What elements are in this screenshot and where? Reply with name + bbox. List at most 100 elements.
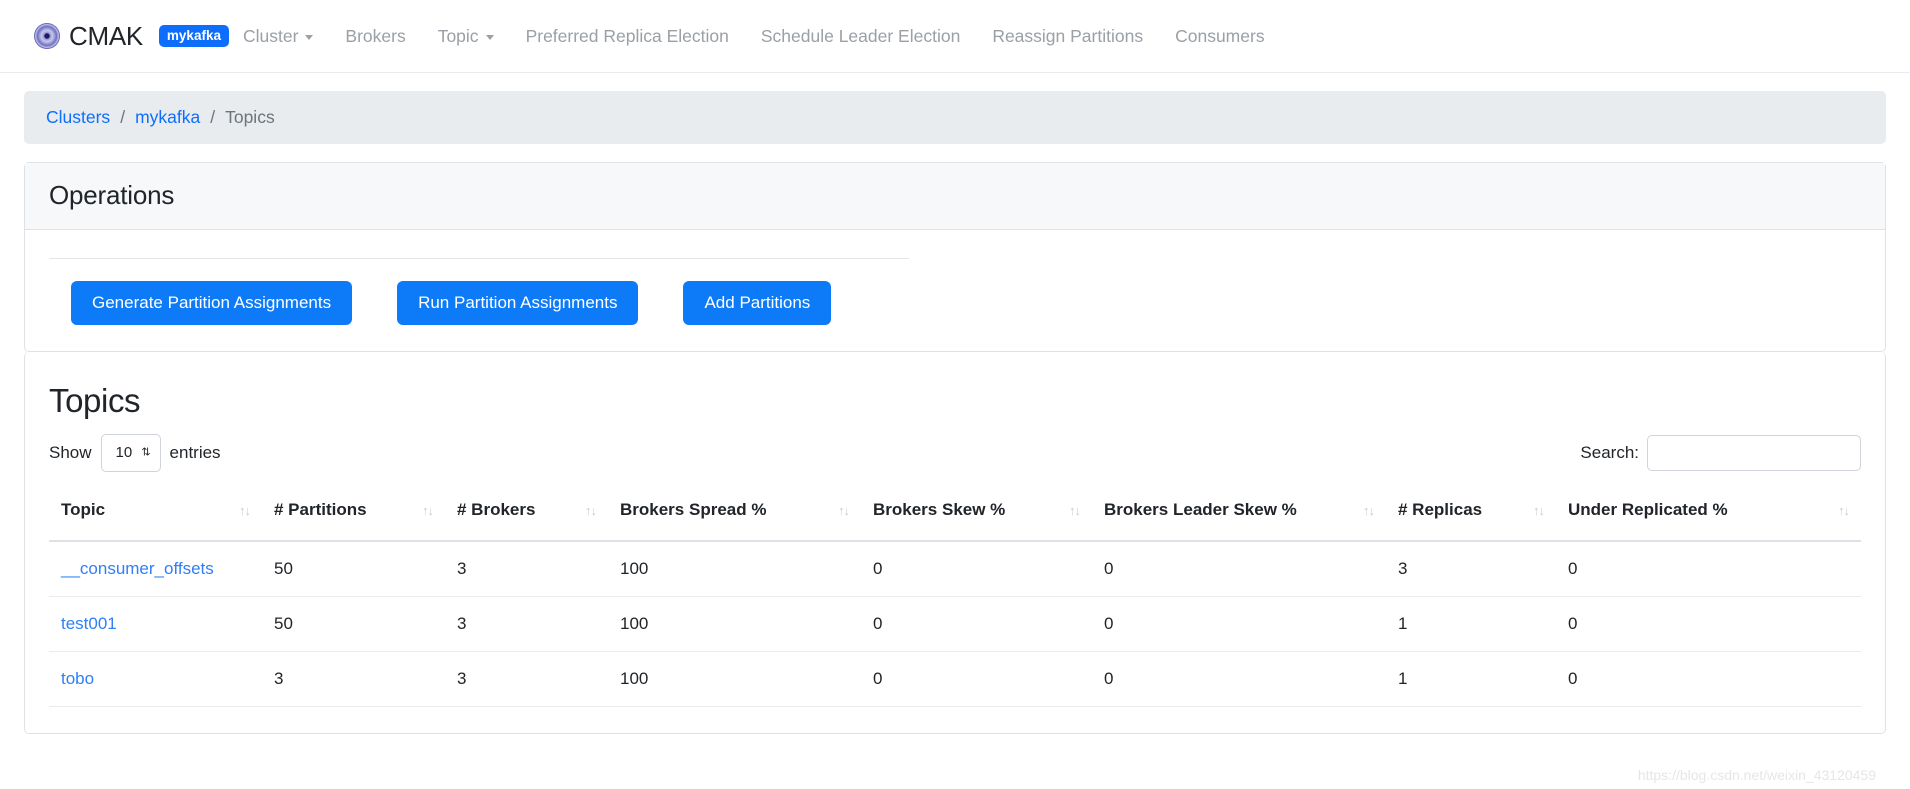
updown-arrows-icon: ⇅	[141, 446, 151, 459]
cell-under-replicated: 0	[1556, 596, 1861, 652]
topics-table: Topic ↑↓ # Partitions ↑↓ # Brokers ↑↓ Br…	[49, 491, 1861, 707]
operations-title: Operations	[49, 180, 175, 210]
column-header-topic[interactable]: Topic ↑↓	[49, 491, 262, 542]
nav-item-cluster-label: Cluster	[242, 25, 299, 46]
cell-brokers-skew: 0	[861, 651, 1092, 707]
column-header-brokers-spread[interactable]: Brokers Spread % ↑↓	[608, 491, 861, 542]
search-input[interactable]	[1647, 434, 1861, 471]
operations-card-body: Generate Partition Assignments Run Parti…	[25, 230, 1885, 351]
run-partition-assignments-button[interactable]: Run Partition Assignments	[397, 281, 639, 325]
topic-link[interactable]: test001	[61, 614, 117, 633]
operations-card: Operations Generate Partition Assignment…	[24, 162, 1886, 352]
cell-brokers: 3	[445, 540, 608, 597]
watermark: https://blog.csdn.net/weixin_43120459	[1637, 767, 1876, 783]
topics-table-head: Topic ↑↓ # Partitions ↑↓ # Brokers ↑↓ Br…	[49, 491, 1861, 542]
nav-item-consumers[interactable]: Consumers	[1159, 22, 1280, 51]
column-header-partitions-label: # Partitions	[274, 499, 367, 519]
table-controls: Show 10 ⇅ entries Search:	[49, 434, 1861, 472]
search-label: Search:	[1580, 442, 1639, 462]
sort-arrows-icon: ↑↓	[585, 502, 597, 518]
column-header-partitions[interactable]: # Partitions ↑↓	[262, 491, 445, 542]
breadcrumb-separator: /	[120, 107, 126, 127]
nav-item-schedule-leader-election[interactable]: Schedule Leader Election	[745, 22, 976, 51]
column-header-brokers-skew-label: Brokers Skew %	[873, 499, 1006, 519]
topics-card-body: Topics Show 10 ⇅ entries Search: Topic ↑…	[25, 352, 1885, 733]
breadcrumb-item-topics: Topics	[225, 107, 275, 127]
cell-brokers-skew: 0	[861, 596, 1092, 652]
cell-replicas: 1	[1386, 651, 1556, 707]
nav-item-brokers[interactable]: Brokers	[329, 22, 421, 51]
nav-item-preferred-replica-election[interactable]: Preferred Replica Election	[510, 22, 745, 51]
add-partitions-button[interactable]: Add Partitions	[683, 281, 832, 325]
table-row: tobo 3 3 100 0 0 1 0	[49, 651, 1861, 707]
table-row: __consumer_offsets 50 3 100 0 0 3 0	[49, 540, 1861, 597]
table-row: test001 50 3 100 0 0 1 0	[49, 596, 1861, 652]
column-header-replicas-label: # Replicas	[1398, 499, 1483, 519]
entries-label: entries	[169, 442, 221, 462]
entries-show-label: Show	[49, 442, 92, 462]
cell-brokers-spread: 100	[608, 540, 861, 597]
breadcrumb-item-clusters[interactable]: Clusters	[46, 107, 110, 128]
cell-topic: test001	[49, 596, 262, 652]
cell-brokers-spread: 100	[608, 651, 861, 707]
cell-under-replicated: 0	[1556, 651, 1861, 707]
brand-logo-link[interactable]: CMAK	[34, 21, 143, 52]
cell-topic: tobo	[49, 651, 262, 707]
cell-brokers-leader-skew: 0	[1092, 596, 1386, 652]
cell-brokers: 3	[445, 651, 608, 707]
sort-arrows-icon: ↑↓	[1363, 502, 1375, 518]
breadcrumb-item-mykafka[interactable]: mykafka	[135, 107, 200, 128]
nav-item-schedule-leader-election-label: Schedule Leader Election	[760, 25, 961, 46]
column-header-brokers[interactable]: # Brokers ↑↓	[445, 491, 608, 542]
cell-brokers-leader-skew: 0	[1092, 540, 1386, 597]
column-header-under-replicated[interactable]: Under Replicated % ↑↓	[1556, 491, 1861, 542]
cell-replicas: 3	[1386, 540, 1556, 597]
entries-per-page-select[interactable]: 10 ⇅	[100, 434, 161, 472]
operations-button-row: Generate Partition Assignments Run Parti…	[49, 281, 1861, 325]
cell-partitions: 50	[262, 540, 445, 597]
column-header-topic-label: Topic	[61, 499, 106, 519]
cell-replicas: 1	[1386, 596, 1556, 652]
cell-brokers-skew: 0	[861, 540, 1092, 597]
cell-partitions: 3	[262, 651, 445, 707]
column-header-under-replicated-label: Under Replicated %	[1568, 499, 1728, 519]
entries-per-page-value: 10	[115, 444, 133, 461]
sort-arrows-icon: ↑↓	[239, 502, 251, 518]
nav-item-topic-label: Topic	[437, 25, 479, 46]
operations-divider	[49, 258, 909, 259]
chevron-down-icon	[485, 34, 494, 40]
cell-brokers-spread: 100	[608, 596, 861, 652]
column-header-brokers-leader-skew[interactable]: Brokers Leader Skew % ↑↓	[1092, 491, 1386, 542]
sort-arrows-icon: ↑↓	[422, 502, 434, 518]
nav-item-reassign-partitions-label: Reassign Partitions	[992, 25, 1144, 46]
generate-partition-assignments-button[interactable]: Generate Partition Assignments	[71, 281, 353, 325]
cell-brokers: 3	[445, 596, 608, 652]
nav-item-reassign-partitions[interactable]: Reassign Partitions	[976, 22, 1159, 51]
table-header-row: Topic ↑↓ # Partitions ↑↓ # Brokers ↑↓ Br…	[49, 491, 1861, 542]
cluster-badge[interactable]: mykafka	[158, 24, 229, 48]
breadcrumb: Clusters / mykafka / Topics	[24, 91, 1886, 144]
sort-arrows-icon: ↑↓	[1838, 502, 1850, 518]
column-header-replicas[interactable]: # Replicas ↑↓	[1386, 491, 1556, 542]
nav-item-cluster[interactable]: Cluster	[243, 22, 329, 51]
main-content: Operations Generate Partition Assignment…	[0, 162, 1910, 734]
breadcrumb-separator: /	[210, 107, 216, 127]
cmak-logo-icon	[34, 23, 60, 49]
top-navbar: CMAK mykafka Cluster Brokers Topic Prefe…	[0, 0, 1910, 73]
column-header-brokers-skew[interactable]: Brokers Skew % ↑↓	[861, 491, 1092, 542]
breadcrumb-wrap: Clusters / mykafka / Topics	[0, 91, 1910, 144]
sort-arrows-icon: ↑↓	[838, 502, 850, 518]
sort-arrows-icon: ↑↓	[1069, 502, 1081, 518]
topics-title: Topics	[49, 382, 141, 419]
topic-link[interactable]: __consumer_offsets	[61, 559, 214, 578]
sort-arrows-icon: ↑↓	[1533, 502, 1545, 518]
nav-item-topic[interactable]: Topic	[422, 22, 510, 51]
topic-link[interactable]: tobo	[61, 669, 94, 688]
chevron-down-icon	[305, 34, 314, 40]
entries-length-control: Show 10 ⇅ entries	[49, 434, 221, 472]
cell-partitions: 50	[262, 596, 445, 652]
column-header-brokers-spread-label: Brokers Spread %	[620, 499, 767, 519]
nav-item-preferred-replica-election-label: Preferred Replica Election	[525, 25, 729, 46]
topics-table-body: __consumer_offsets 50 3 100 0 0 3 0 test…	[49, 540, 1861, 707]
brand-title: CMAK	[69, 20, 143, 51]
